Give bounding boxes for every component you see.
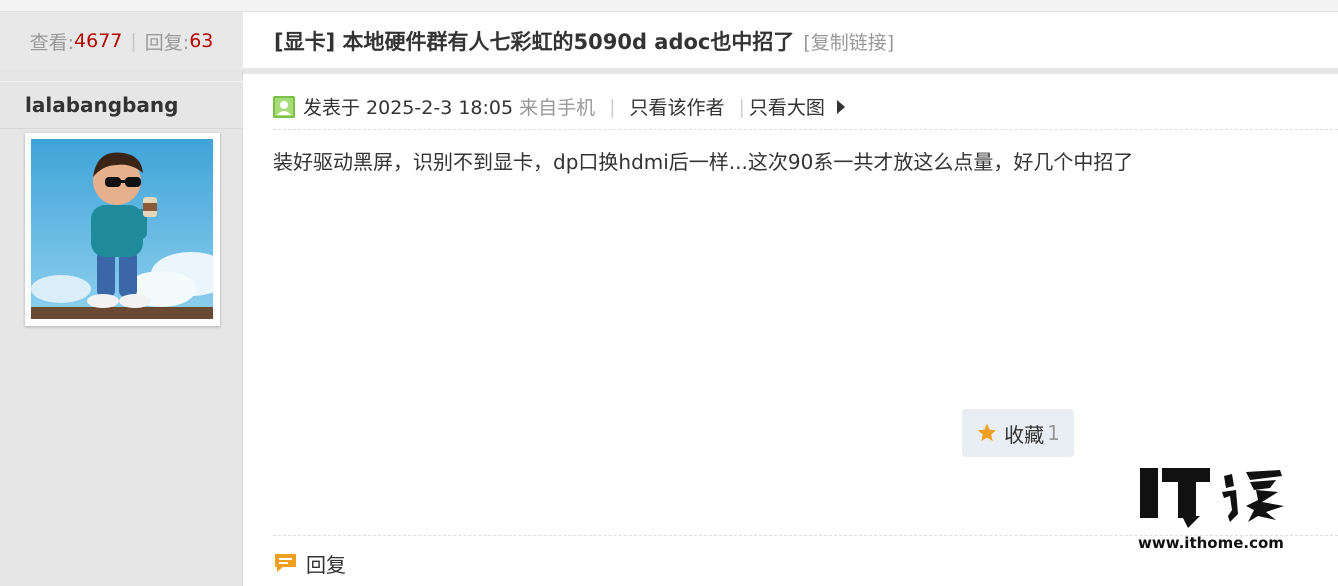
views-label: 查看: bbox=[29, 31, 75, 54]
forum-thread-page: 查看: 4677 | 回复: 63 lalabangbang [显卡] 本地硬件… bbox=[0, 0, 1338, 586]
star-icon bbox=[977, 423, 997, 441]
reply-label: 回复 bbox=[306, 552, 346, 577]
top-strip bbox=[0, 0, 1338, 12]
meta-separator-2: | bbox=[738, 95, 745, 118]
stats-separator: | bbox=[130, 30, 137, 52]
post-content: 装好驱动黑屏，识别不到显卡，dp口换hdmi后一样...这次90系一共才放这么点… bbox=[273, 150, 1134, 174]
caret-right-icon[interactable] bbox=[836, 99, 845, 114]
post-date: 发表于 2025-2-3 18:05 bbox=[303, 97, 514, 119]
thread-title-bar: [显卡] 本地硬件群有人七彩虹的5090d adoc也中招了 [复制链接] bbox=[243, 12, 1338, 70]
avatar-image bbox=[31, 139, 213, 319]
favorite-count: 1 bbox=[1047, 421, 1060, 445]
reply-button[interactable]: 回复 bbox=[273, 549, 346, 577]
only-large-images-link[interactable]: 只看大图 bbox=[749, 93, 825, 120]
avatar[interactable] bbox=[25, 133, 220, 326]
watermark-url: www.ithome.com bbox=[1138, 534, 1284, 552]
title-divider bbox=[243, 68, 1338, 74]
views-count: 4677 bbox=[74, 30, 123, 52]
meta-separator: | bbox=[609, 95, 616, 118]
post-meta: 发表于 2025-2-3 18:05 来自手机 | 只看该作者 | 只看大图 bbox=[273, 84, 1338, 130]
author-name-link[interactable]: lalabangbang bbox=[25, 93, 178, 117]
copy-link-button[interactable]: [复制链接] bbox=[803, 28, 894, 55]
favorite-label: 收藏 bbox=[1004, 422, 1045, 447]
replies-count: 63 bbox=[189, 30, 214, 52]
favorite-button[interactable]: 收藏 1 bbox=[962, 409, 1074, 457]
replies-label: 回复: bbox=[144, 31, 190, 54]
author-row: lalabangbang bbox=[0, 81, 243, 129]
thread-title: [显卡] 本地硬件群有人七彩虹的5090d adoc也中招了 bbox=[274, 30, 795, 54]
only-author-link[interactable]: 只看该作者 bbox=[630, 93, 725, 120]
user-online-icon bbox=[273, 95, 295, 118]
post-source: 来自手机 bbox=[519, 97, 596, 119]
reply-icon bbox=[275, 554, 296, 572]
thread-stats: 查看: 4677 | 回复: 63 bbox=[0, 12, 243, 70]
